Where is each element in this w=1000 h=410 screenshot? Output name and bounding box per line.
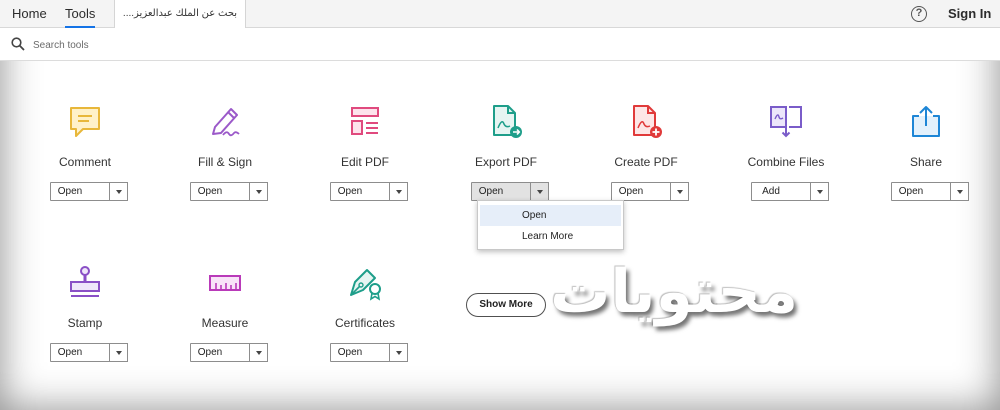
open-button[interactable]: Open: [50, 182, 110, 201]
export-pdf-icon[interactable]: [488, 104, 524, 140]
chevron-down-icon[interactable]: [249, 182, 268, 201]
certificates-icon[interactable]: [347, 265, 383, 301]
open-button[interactable]: Open: [190, 343, 250, 362]
open-button[interactable]: Open: [611, 182, 671, 201]
chevron-down-icon[interactable]: [810, 182, 829, 201]
fill-sign-icon[interactable]: [207, 104, 243, 140]
menu-item-learn-more[interactable]: Learn More: [480, 226, 621, 247]
chevron-down-icon[interactable]: [389, 343, 408, 362]
show-more-button[interactable]: Show More: [466, 293, 546, 317]
document-tab[interactable]: بحث عن الملك عبدالعزيز....: [114, 0, 246, 28]
chevron-down-icon[interactable]: [109, 182, 128, 201]
top-nav-bar: Home Tools بحث عن الملك عبدالعزيز.... ? …: [0, 0, 1000, 28]
acrobat-window: Home Tools بحث عن الملك عبدالعزيز.... ? …: [0, 0, 1000, 410]
open-button[interactable]: Open: [330, 343, 390, 362]
tool-label: Measure: [201, 316, 249, 330]
tool-label: Combine Files: [747, 155, 825, 169]
share-icon[interactable]: [908, 104, 944, 140]
open-button[interactable]: Open: [471, 182, 531, 201]
chevron-down-icon[interactable]: [950, 182, 969, 201]
combine-files-icon[interactable]: [768, 104, 804, 140]
tool-label: Edit PDF: [340, 155, 389, 169]
tool-label: Fill & Sign: [197, 155, 253, 169]
search-bar: [0, 28, 1000, 61]
measure-icon[interactable]: [207, 265, 243, 301]
tool-label: Export PDF: [474, 155, 537, 169]
search-icon: [11, 37, 25, 51]
export-pdf-dropdown-menu: Open Learn More: [477, 200, 624, 250]
help-icon[interactable]: ?: [911, 6, 927, 22]
sign-in-button[interactable]: Sign In: [948, 0, 991, 28]
tab-home[interactable]: Home: [12, 0, 47, 28]
open-button[interactable]: Open: [330, 182, 390, 201]
chevron-down-icon[interactable]: [530, 182, 549, 201]
chevron-down-icon[interactable]: [389, 182, 408, 201]
open-button[interactable]: Open: [190, 182, 250, 201]
comment-icon[interactable]: [67, 104, 103, 140]
chevron-down-icon[interactable]: [670, 182, 689, 201]
tab-tools[interactable]: Tools: [65, 0, 96, 28]
menu-item-open[interactable]: Open: [480, 205, 621, 226]
search-input[interactable]: [33, 36, 333, 54]
chevron-down-icon[interactable]: [109, 343, 128, 362]
tool-label: Stamp: [67, 316, 103, 330]
tool-label: Create PDF: [614, 155, 678, 169]
open-button[interactable]: Open: [891, 182, 951, 201]
tool-label: Certificates: [334, 316, 396, 330]
create-pdf-icon[interactable]: [628, 104, 664, 140]
tool-label: Share: [909, 155, 943, 169]
watermark-text: محتويات: [550, 257, 798, 327]
stamp-icon[interactable]: [67, 265, 103, 301]
tool-label: Comment: [58, 155, 111, 169]
edit-pdf-icon[interactable]: [347, 104, 383, 140]
chevron-down-icon[interactable]: [249, 343, 268, 362]
open-button[interactable]: Open: [50, 343, 110, 362]
add-button[interactable]: Add: [751, 182, 811, 201]
